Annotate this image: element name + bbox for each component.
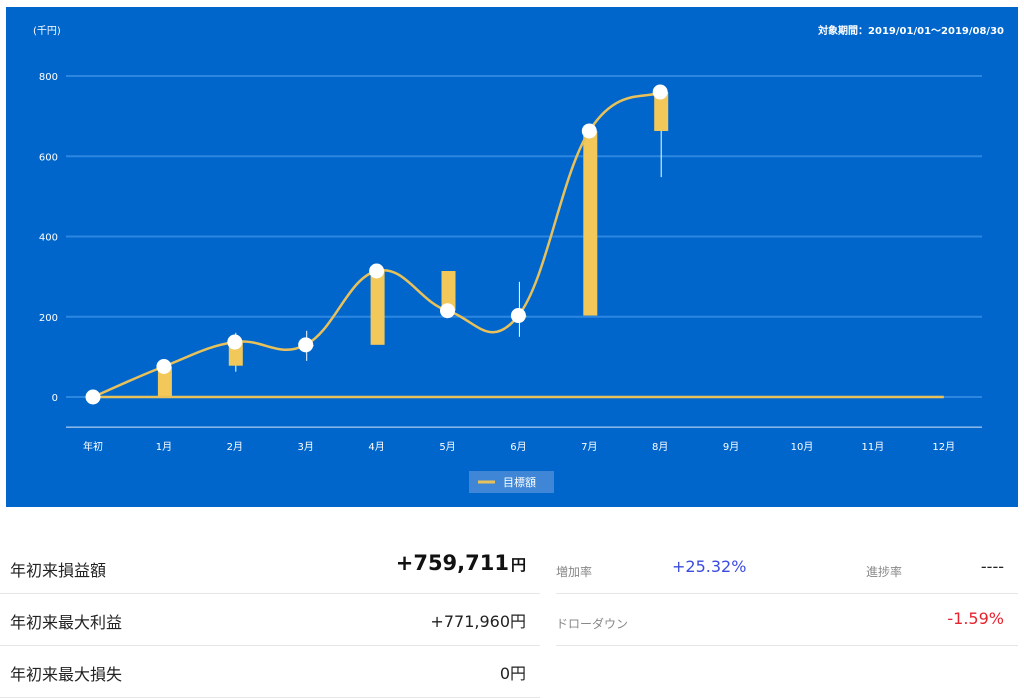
x-tick-label: 5月: [439, 441, 455, 453]
balance-curve: [92, 90, 661, 399]
chart-panel: 0 200 400 600 800 年初 1月 2月 3月 4月 5月 6月 7月 8月 9月 10月 11月 1…: [6, 7, 1018, 507]
max-loss-row: 年初来最大損失 0円: [0, 645, 540, 698]
x-tick-label: 年初: [83, 440, 103, 453]
max-loss-label: 年初来最大損失: [10, 665, 123, 684]
candle-body: [370, 271, 385, 345]
period-label: 対象期間：2019/01/01〜2019/08/30: [817, 24, 1004, 37]
x-tick-label: 2月: [227, 441, 243, 453]
y-tick-label: 800: [39, 72, 58, 83]
drawdown-label: ドローダウン: [556, 617, 629, 631]
y-tick-label: 0: [52, 393, 58, 404]
legend-label: 目標額: [503, 475, 536, 489]
max-loss-value: 0円: [499, 664, 526, 683]
balance-point: [156, 359, 172, 375]
yen-unit: 円: [510, 556, 526, 574]
x-tick-label: 9月: [723, 441, 739, 453]
ytd-pl-amount: +759,711: [395, 551, 509, 575]
ytd-pl-row: 年初来損益額 +759,711 円: [0, 541, 540, 594]
balance-point: [510, 308, 526, 324]
balance-point: [85, 389, 101, 405]
balance-chart: 0 200 400 600 800 年初 1月 2月 3月 4月 5月 6月 7月 8月 9月 10月 11月 1…: [33, 24, 1004, 493]
balance-point: [652, 84, 668, 100]
x-tick-label: 12月: [932, 441, 955, 453]
ytd-pl-value: +759,711 円: [396, 551, 526, 575]
progress-label: 進捗率: [866, 565, 903, 579]
legend-item[interactable]: 目標額: [469, 471, 554, 493]
candle-body: [583, 130, 598, 316]
x-tick-label: 11月: [862, 441, 885, 453]
balance-point: [298, 337, 314, 353]
x-tick-label: 4月: [368, 441, 384, 453]
y-tick-label: 400: [39, 233, 58, 244]
balance-point: [581, 123, 597, 139]
x-tick-label: 3月: [298, 441, 314, 453]
y-tick-label: 600: [39, 152, 58, 163]
x-tick-label: 8月: [652, 441, 668, 453]
progress-value: ----: [980, 557, 1004, 576]
y-unit-label: (千円): [33, 25, 61, 37]
max-profit-row: 年初来最大利益 +771,960円: [0, 593, 540, 646]
balance-point: [369, 263, 385, 279]
ytd-pl-label: 年初来損益額: [10, 561, 107, 580]
rate-row: 増加率 +25.32% 進捗率 ----: [556, 541, 1018, 594]
balance-point: [440, 303, 455, 319]
y-tick-label: 200: [39, 313, 58, 324]
x-tick-label: 6月: [510, 441, 526, 453]
x-tick-label: 7月: [581, 441, 597, 453]
x-tick-label: 10月: [791, 441, 814, 453]
increase-value: +25.32%: [672, 557, 747, 576]
balance-point: [227, 334, 243, 350]
drawdown-row: ドローダウン -1.59%: [556, 593, 1018, 646]
drawdown-value: -1.59%: [947, 609, 1004, 628]
x-tick-label: 1月: [156, 441, 172, 453]
max-profit-value: +771,960円: [430, 612, 526, 631]
max-profit-label: 年初来最大利益: [10, 613, 123, 632]
increase-label: 増加率: [556, 565, 593, 579]
